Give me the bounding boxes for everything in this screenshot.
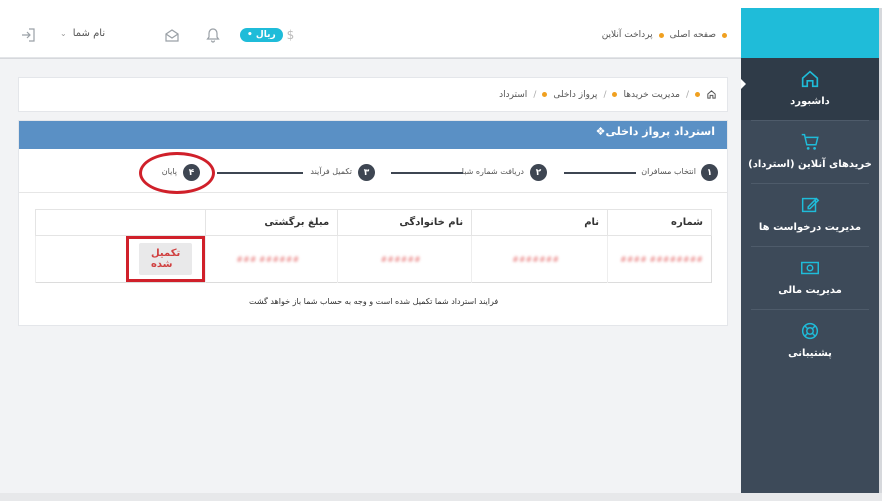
lifebuoy-icon bbox=[801, 322, 819, 340]
logout-icon[interactable] bbox=[20, 27, 36, 43]
edit-icon bbox=[801, 197, 820, 213]
breadcrumb-item-refund: استرداد bbox=[499, 89, 528, 100]
currency-pill[interactable]: • ریال bbox=[240, 28, 283, 42]
window-frame-bottom bbox=[0, 493, 882, 501]
step-number: ۱ bbox=[701, 164, 718, 181]
step-number: ۳ bbox=[358, 164, 375, 181]
chevron-down-icon[interactable]: ⌄ bbox=[60, 29, 67, 38]
top-bar: صفحه اصلی پرداخت آنلاین • ریال $ ⌄ نام ش… bbox=[0, 8, 741, 58]
step-label: دریافت شماره شبا bbox=[461, 167, 524, 176]
top-crumb-home[interactable]: صفحه اصلی bbox=[670, 30, 716, 40]
bullet-icon bbox=[542, 92, 548, 97]
sidebar-item-label: مدیریت درخواست ها bbox=[758, 222, 862, 233]
cart-icon bbox=[801, 133, 819, 150]
highlight-ellipse bbox=[139, 152, 215, 194]
passenger-table: شماره نام نام خانوادگی مبلغ برگشتی #####… bbox=[34, 209, 712, 283]
sidebar-item-support[interactable]: پشتیبانی bbox=[741, 310, 879, 372]
step-number: ۲ bbox=[530, 164, 547, 181]
sidebar-item-requests[interactable]: مدیریت درخواست ها bbox=[741, 184, 879, 246]
bell-icon[interactable] bbox=[205, 27, 221, 43]
breadcrumb-separator: / bbox=[533, 89, 537, 100]
col-last-name: نام خانوادگی bbox=[337, 209, 473, 236]
step-connector bbox=[217, 172, 303, 174]
dollar-icon[interactable]: $ bbox=[287, 28, 295, 42]
stepper: ۱ انتخاب مسافران ۲ دریافت شماره شبا ۳ تک… bbox=[19, 152, 727, 194]
breadcrumb-separator: / bbox=[603, 89, 607, 100]
home-icon bbox=[801, 70, 819, 88]
user-name[interactable]: نام شما bbox=[73, 28, 105, 39]
step-connector bbox=[564, 172, 636, 174]
highlight-box: تکمیل شده bbox=[126, 236, 206, 282]
mail-open-icon[interactable] bbox=[164, 27, 180, 43]
breadcrumb: / مدیریت خریدها / پرواز داخلی / استرداد bbox=[18, 77, 728, 112]
user-menu[interactable]: ⌄ نام شما bbox=[60, 28, 105, 39]
sidebar-item-label: پشتیبانی bbox=[788, 348, 832, 359]
cell-amount: ###### ### bbox=[205, 235, 338, 283]
sidebar-header bbox=[741, 8, 879, 58]
sidebar-item-finance[interactable]: مدیریت مالی bbox=[741, 247, 879, 309]
col-amount: مبلغ برگشتی bbox=[205, 209, 339, 236]
top-breadcrumb: صفحه اصلی پرداخت آنلاین bbox=[602, 30, 727, 40]
step-label: انتخاب مسافران bbox=[641, 167, 696, 176]
top-crumb-payment[interactable]: پرداخت آنلاین bbox=[602, 30, 653, 40]
col-action bbox=[34, 209, 207, 236]
sidebar-item-label: مدیریت مالی bbox=[778, 285, 842, 296]
cell-action: تکمیل شده bbox=[34, 235, 206, 283]
bullet-icon bbox=[695, 92, 700, 97]
money-icon bbox=[801, 261, 819, 275]
status-note: فرایند استرداد شما تکمیل شده است و وجه ب… bbox=[249, 297, 499, 306]
cell-number: ######## #### bbox=[607, 235, 712, 283]
diamond-icon: ❖ bbox=[595, 125, 606, 138]
step-connector bbox=[391, 172, 463, 174]
bullet-icon bbox=[658, 32, 664, 38]
currency-switch[interactable]: • ریال $ bbox=[240, 28, 294, 42]
sidebar: داشبورد خریدهای آنلاین (استرداد) مدیریت … bbox=[740, 8, 879, 493]
table-header-row: شماره نام نام خانوادگی مبلغ برگشتی bbox=[34, 209, 712, 236]
table-row: ######## #### ####### ###### ###### ### … bbox=[34, 235, 712, 283]
completed-button[interactable]: تکمیل شده bbox=[139, 243, 193, 275]
sidebar-item-label: داشبورد bbox=[790, 96, 830, 107]
breadcrumb-item-purchases[interactable]: مدیریت خریدها bbox=[623, 90, 679, 100]
panel-title: ❖استرداد پرواز داخلی bbox=[19, 121, 727, 149]
col-first-name: نام bbox=[471, 209, 609, 236]
bullet-icon bbox=[722, 32, 727, 38]
breadcrumb-separator: / bbox=[685, 89, 689, 100]
panel-title-text: استرداد پرواز داخلی bbox=[605, 125, 715, 138]
step-label: تکمیل فرآیند bbox=[310, 167, 352, 176]
home-icon[interactable] bbox=[706, 89, 717, 100]
cell-first-name: ####### bbox=[471, 235, 608, 283]
breadcrumb-item-domestic-flight[interactable]: پرواز داخلی bbox=[553, 90, 597, 100]
window-frame-top bbox=[0, 0, 882, 8]
refund-panel: ❖استرداد پرواز داخلی ۱ انتخاب مسافران ۲ … bbox=[18, 120, 728, 326]
col-number: شماره bbox=[607, 209, 712, 236]
sidebar-item-label: خریدهای آنلاین (استرداد) bbox=[748, 159, 872, 170]
main-content: / مدیریت خریدها / پرواز داخلی / استرداد … bbox=[0, 59, 741, 493]
bullet-icon bbox=[612, 92, 618, 97]
cell-last-name: ###### bbox=[337, 235, 472, 283]
sidebar-item-online-purchases[interactable]: خریدهای آنلاین (استرداد) bbox=[741, 121, 879, 183]
sidebar-item-dashboard[interactable]: داشبورد bbox=[740, 58, 879, 120]
